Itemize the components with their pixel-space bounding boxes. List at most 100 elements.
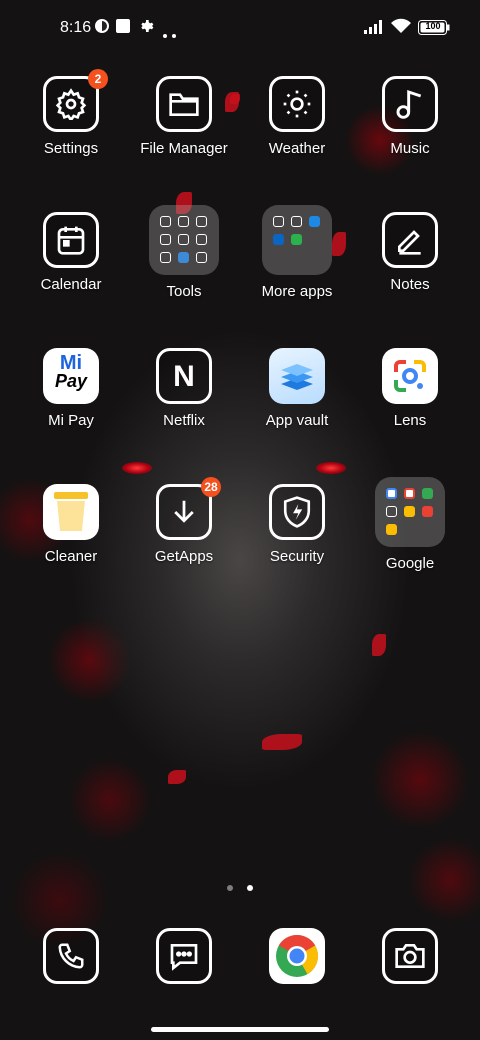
mini-app-icon — [386, 524, 397, 535]
messages-tile — [156, 928, 212, 984]
more-notifications-icon — [163, 25, 177, 43]
folder-icon — [169, 93, 199, 116]
dock-camera[interactable] — [355, 928, 465, 984]
mini-app-icon — [309, 216, 320, 227]
netflix-tile: N — [156, 348, 212, 404]
mini-app-icon — [422, 488, 433, 499]
mini-app-icon — [196, 234, 207, 245]
home-gesture-bar[interactable] — [151, 1027, 329, 1032]
shield-bolt-icon — [283, 496, 311, 528]
phone-tile — [43, 928, 99, 984]
app-label: Calendar — [40, 276, 102, 293]
petal-decoration — [262, 734, 302, 750]
download-arrow-icon — [174, 500, 194, 523]
mi-pay-logo: Mi Pay — [54, 352, 88, 391]
petal-decoration — [168, 770, 186, 784]
gear-icon — [55, 88, 87, 120]
folder-tools[interactable]: Tools — [129, 205, 239, 300]
calendar-icon — [57, 226, 85, 255]
page-dot-active[interactable] — [247, 885, 254, 891]
chrome-icon — [276, 935, 319, 977]
page-indicator — [0, 878, 480, 896]
app-label: Netflix — [163, 412, 205, 429]
page-dot[interactable] — [226, 885, 233, 891]
mini-app-icon — [196, 216, 207, 227]
app-label: Weather — [268, 140, 326, 157]
gear-small-icon — [138, 18, 154, 39]
app-music[interactable]: Music — [355, 76, 465, 157]
app-label: Notes — [390, 276, 430, 293]
folder-more-apps[interactable]: More apps — [242, 205, 352, 300]
data-saver-icon — [94, 18, 110, 39]
notification-badge: 2 — [88, 69, 108, 89]
folder-grid-icon — [262, 205, 332, 275]
mini-app-icon — [291, 234, 302, 245]
app-vault-tile — [269, 348, 325, 404]
mini-app-icon — [178, 252, 189, 263]
dock-phone[interactable] — [16, 928, 126, 984]
chrome-tile — [269, 928, 325, 984]
mini-app-icon — [291, 216, 302, 227]
battery-level: 100 — [425, 21, 441, 31]
app-settings[interactable]: 2 Settings — [16, 69, 126, 157]
mini-app-icon — [196, 252, 207, 263]
mini-app-icon — [273, 216, 284, 227]
message-icon — [170, 944, 198, 971]
signal-icon — [364, 20, 386, 39]
notification-badge: 28 — [201, 477, 221, 497]
app-vault[interactable]: App vault — [242, 348, 352, 429]
dock-chrome[interactable] — [242, 928, 352, 984]
app-getapps[interactable]: 28 GetApps — [129, 477, 239, 565]
folder-grid-icon — [375, 477, 445, 547]
mi-pay-tile: Mi Pay — [43, 348, 99, 404]
app-label: Mi Pay — [48, 412, 94, 429]
camera-icon — [395, 944, 425, 968]
phone-icon — [58, 943, 84, 969]
app-weather[interactable]: Weather — [242, 76, 352, 157]
app-notes[interactable]: Notes — [355, 212, 465, 293]
calendar-tile — [43, 212, 99, 268]
folder-google[interactable]: Google — [355, 477, 465, 572]
trash-can-icon — [54, 492, 88, 531]
mini-app-icon — [404, 488, 415, 499]
mini-app-icon — [178, 234, 189, 245]
weather-tile — [269, 76, 325, 132]
wolf-eye-right — [316, 462, 346, 474]
app-label: More apps — [261, 283, 333, 300]
app-mi-pay[interactable]: Mi Pay Mi Pay — [16, 348, 126, 429]
stacked-layers-icon — [281, 364, 313, 390]
security-tile — [269, 484, 325, 540]
notes-tile — [382, 212, 438, 268]
app-label: Cleaner — [44, 548, 98, 565]
mini-app-icon — [422, 506, 433, 517]
status-time: 8:16 — [60, 19, 92, 36]
app-label: GetApps — [154, 548, 214, 565]
app-netflix[interactable]: N Netflix — [129, 348, 239, 429]
app-label: Tools — [166, 283, 202, 300]
app-label: Security — [269, 548, 325, 565]
mini-app-icon — [404, 506, 415, 517]
netflix-logo: N — [173, 360, 195, 393]
cleaner-tile — [43, 484, 99, 540]
pencil-icon — [398, 230, 421, 255]
mini-app-icon — [178, 216, 189, 227]
mini-app-icon — [386, 506, 397, 517]
app-security[interactable]: Security — [242, 484, 352, 565]
app-cleaner[interactable]: Cleaner — [16, 484, 126, 565]
app-label: Music — [390, 140, 430, 157]
mini-app-icon — [386, 488, 397, 499]
dock-messages[interactable] — [129, 928, 239, 984]
app-calendar[interactable]: Calendar — [16, 212, 126, 293]
petal-decoration — [372, 634, 386, 656]
sun-icon — [283, 90, 311, 118]
getapps-tile: 28 — [156, 477, 221, 540]
wolf-eye-left — [122, 462, 152, 474]
camera-tile — [382, 928, 438, 984]
settings-tile: 2 — [43, 69, 108, 132]
mini-app-icon — [160, 234, 171, 245]
app-file-manager[interactable]: File Manager — [129, 76, 239, 157]
app-lens[interactable]: Lens — [355, 348, 465, 429]
status-bar: 8:16 100 — [0, 0, 480, 56]
music-note-icon — [396, 89, 422, 119]
mini-app-icon — [160, 216, 171, 227]
